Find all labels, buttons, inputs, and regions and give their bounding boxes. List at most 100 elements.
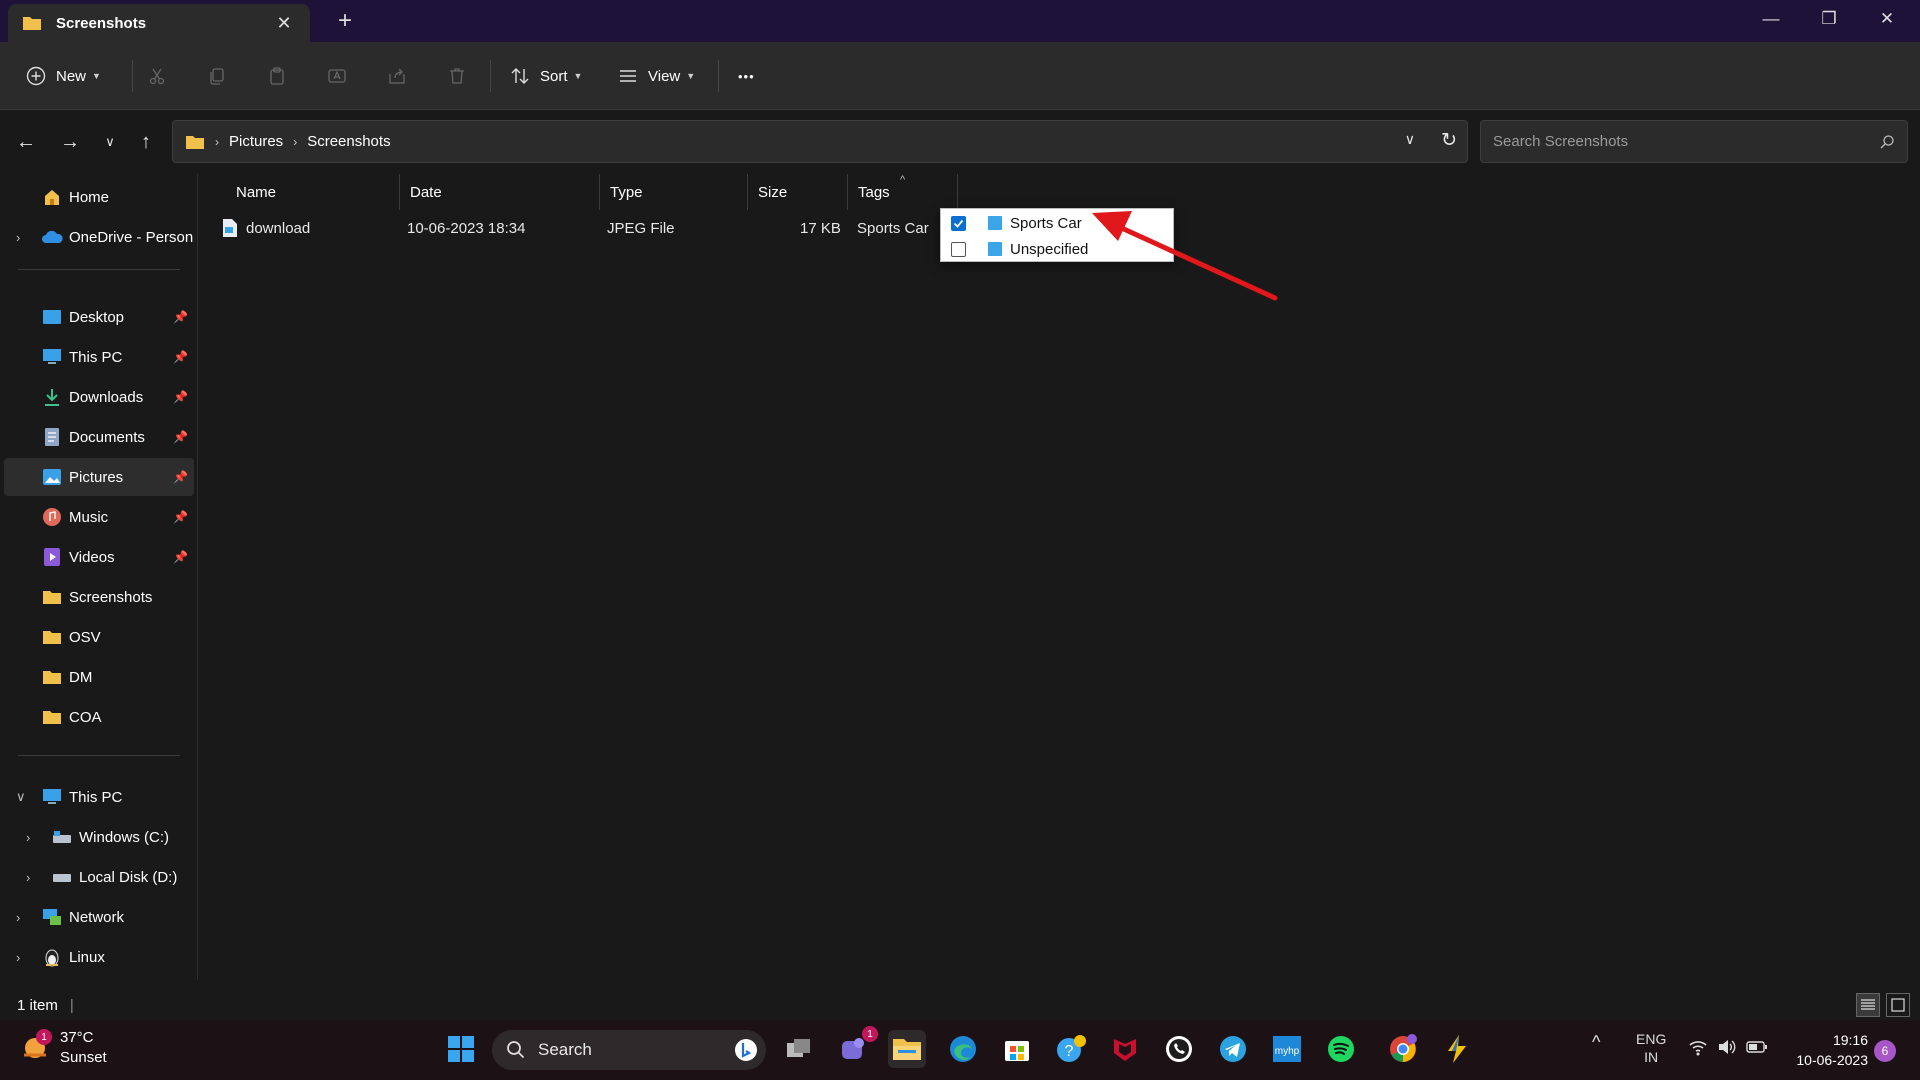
sidebar-item-label: Pictures xyxy=(69,468,124,486)
sidebar-item-this-pc[interactable]: ∨ This PC xyxy=(4,778,194,816)
file-explorer-icon[interactable] xyxy=(888,1030,926,1068)
breadcrumb-screenshots[interactable]: Screenshots xyxy=(307,133,390,150)
sidebar-item-onedrive[interactable]: › OneDrive - Persona xyxy=(4,218,194,256)
sidebar-item-documents[interactable]: Documents 📌 xyxy=(4,418,194,456)
sort-caret-icon: ^ xyxy=(900,174,906,186)
column-header-type[interactable]: Type xyxy=(600,174,748,210)
weather-widget[interactable]: 1 37°C Sunset xyxy=(20,1028,107,1068)
volume-icon[interactable] xyxy=(1717,1038,1737,1059)
breadcrumb-pictures[interactable]: Pictures xyxy=(229,133,283,150)
power-automate-icon[interactable] xyxy=(1438,1030,1476,1068)
new-tab-button[interactable]: + xyxy=(330,7,360,35)
rename-icon[interactable] xyxy=(323,62,351,90)
teams-icon[interactable]: 1 xyxy=(834,1026,878,1068)
pin-icon[interactable]: 📌 xyxy=(173,430,188,444)
task-view-icon[interactable] xyxy=(780,1030,818,1068)
sidebar-item-label: Local Disk (D:) xyxy=(79,868,178,886)
share-icon[interactable] xyxy=(383,62,411,90)
sidebar-item-linux[interactable]: › Linux xyxy=(4,938,194,976)
column-header-size[interactable]: Size xyxy=(748,174,848,210)
search-input[interactable] xyxy=(1493,133,1879,150)
chrome-icon[interactable] xyxy=(1384,1030,1422,1068)
chevron-right-icon[interactable]: › xyxy=(16,950,20,965)
sidebar-item-label: Videos xyxy=(69,548,115,566)
sidebar-item-local-disk-d[interactable]: › Local Disk (D:) xyxy=(4,858,194,896)
checkbox-unchecked[interactable] xyxy=(951,241,966,257)
chevron-right-icon[interactable]: › xyxy=(26,830,30,845)
edge-icon[interactable] xyxy=(944,1030,982,1068)
sidebar-item-downloads[interactable]: Downloads 📌 xyxy=(4,378,194,416)
checkbox-checked[interactable] xyxy=(951,215,966,231)
search-box[interactable] xyxy=(1480,120,1908,163)
sidebar-item-dm[interactable]: DM xyxy=(4,658,194,696)
chevron-right-icon[interactable]: › xyxy=(16,230,20,245)
up-icon[interactable]: ↑ xyxy=(130,126,162,158)
recent-locations-icon[interactable]: ∨ xyxy=(94,126,126,158)
start-button[interactable] xyxy=(442,1030,480,1068)
forward-icon[interactable]: → xyxy=(54,126,86,158)
sidebar-item-desktop[interactable]: Desktop 📌 xyxy=(4,298,194,336)
sidebar-item-pictures[interactable]: Pictures 📌 xyxy=(4,458,194,496)
pin-icon[interactable]: 📌 xyxy=(173,510,188,524)
sidebar-item-label: OneDrive - Persona xyxy=(69,228,193,246)
sidebar-item-screenshots[interactable]: Screenshots xyxy=(4,578,194,616)
sidebar-item-osv[interactable]: OSV xyxy=(4,618,194,656)
more-options-button[interactable]: ••• xyxy=(738,58,755,94)
sidebar-item-label: Home xyxy=(69,188,110,206)
column-header-date[interactable]: Date xyxy=(400,174,600,210)
search-icon[interactable] xyxy=(1879,134,1895,150)
get-help-icon[interactable]: ? xyxy=(1052,1030,1090,1068)
column-header-name[interactable]: Name xyxy=(226,174,400,210)
sidebar-item-this-pc-pinned[interactable]: This PC 📌 xyxy=(4,338,194,376)
minimize-button[interactable]: — xyxy=(1748,4,1794,34)
notification-badge[interactable]: 6 xyxy=(1874,1040,1896,1062)
delete-icon[interactable] xyxy=(443,62,471,90)
mcafee-icon[interactable] xyxy=(1106,1030,1144,1068)
pin-icon[interactable]: 📌 xyxy=(173,470,188,484)
address-dropdown-icon[interactable]: ∨ xyxy=(1405,131,1415,148)
copy-icon[interactable] xyxy=(203,62,231,90)
telegram-icon[interactable] xyxy=(1214,1030,1252,1068)
chevron-right-icon[interactable]: › xyxy=(26,870,30,885)
cut-icon[interactable] xyxy=(143,62,171,90)
tab-close-icon[interactable]: ✕ xyxy=(272,13,296,34)
view-button[interactable]: View ▼ xyxy=(618,58,695,94)
chevron-right-icon[interactable]: › xyxy=(16,910,20,925)
sidebar-item-coa[interactable]: COA xyxy=(4,698,194,736)
language-indicator[interactable]: ENG IN xyxy=(1636,1030,1666,1066)
bing-icon[interactable] xyxy=(734,1038,758,1067)
pin-icon[interactable]: 📌 xyxy=(173,550,188,564)
microsoft-store-icon[interactable] xyxy=(998,1030,1036,1068)
sort-button[interactable]: Sort ▼ xyxy=(510,58,582,94)
table-row[interactable]: download 10-06-2023 18:34 JPEG File 17 K… xyxy=(218,212,978,246)
sidebar-item-music[interactable]: Music 📌 xyxy=(4,498,194,536)
sidebar-item-windows-c[interactable]: › Windows (C:) xyxy=(4,818,194,856)
whatsapp-icon[interactable] xyxy=(1160,1030,1198,1068)
details-view-icon[interactable] xyxy=(1856,993,1880,1017)
address-bar[interactable]: › Pictures › Screenshots ∨ ↻ xyxy=(172,120,1468,163)
new-button[interactable]: New ▼ xyxy=(26,58,101,94)
tab-screenshots[interactable]: Screenshots ✕ xyxy=(8,4,310,42)
tiles-view-icon[interactable] xyxy=(1886,993,1910,1017)
show-hidden-icons-icon[interactable]: ^ xyxy=(1592,1032,1600,1053)
sidebar-item-home[interactable]: Home xyxy=(4,178,194,216)
new-label: New xyxy=(56,67,87,85)
taskbar-search[interactable]: Search xyxy=(492,1030,766,1070)
spotify-icon[interactable] xyxy=(1322,1030,1360,1068)
pin-icon[interactable]: 📌 xyxy=(173,390,188,404)
pin-icon[interactable]: 📌 xyxy=(173,350,188,364)
system-clock[interactable]: 19:16 10-06-2023 xyxy=(1786,1030,1868,1070)
myhp-icon[interactable]: myhp xyxy=(1268,1030,1306,1068)
close-window-button[interactable]: ✕ xyxy=(1864,4,1910,34)
sidebar-item-videos[interactable]: Videos 📌 xyxy=(4,538,194,576)
back-icon[interactable]: ← xyxy=(10,126,42,158)
paste-icon[interactable] xyxy=(263,62,291,90)
folder-icon xyxy=(41,707,63,727)
battery-icon[interactable] xyxy=(1746,1040,1768,1057)
chevron-down-icon[interactable]: ∨ xyxy=(16,789,26,805)
sidebar-item-network[interactable]: › Network xyxy=(4,898,194,936)
refresh-icon[interactable]: ↻ xyxy=(1441,129,1457,152)
restore-button[interactable]: ❐ xyxy=(1806,4,1852,34)
wifi-icon[interactable] xyxy=(1688,1038,1708,1059)
pin-icon[interactable]: 📌 xyxy=(173,310,188,324)
